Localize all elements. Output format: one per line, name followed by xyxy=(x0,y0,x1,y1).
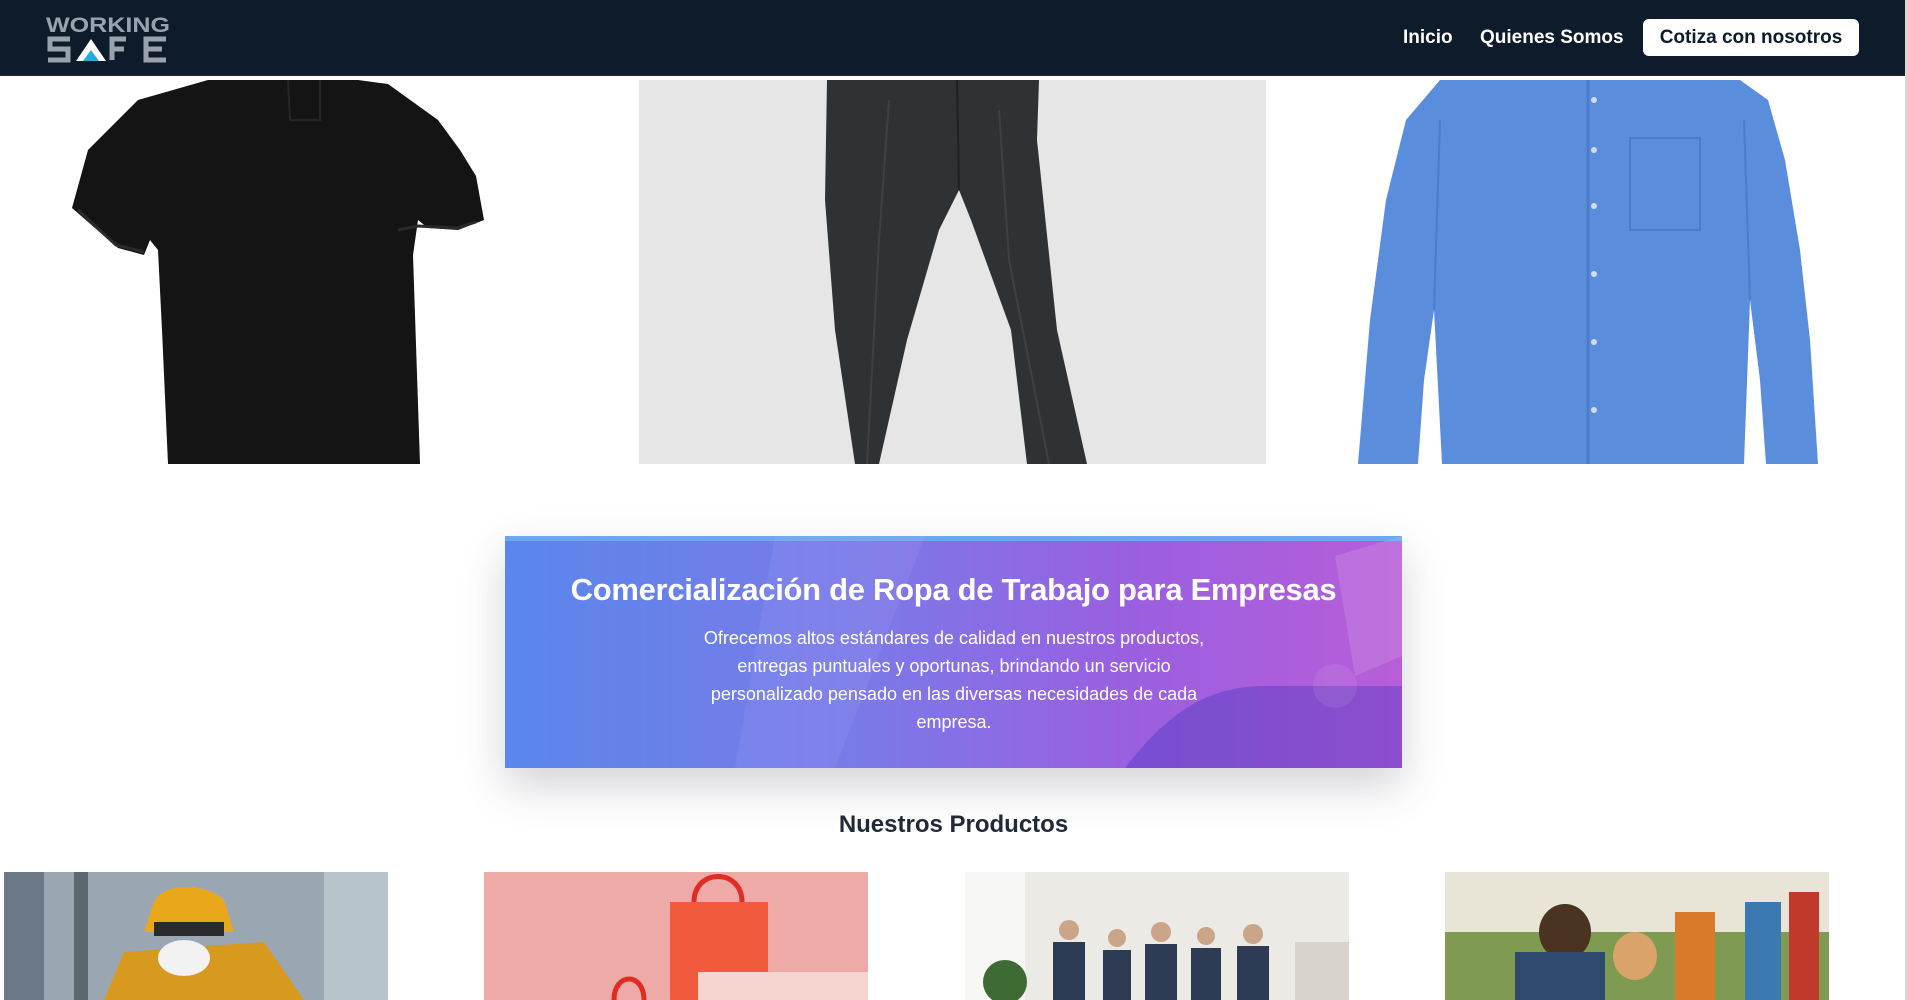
banner-description: Ofrecemos altos estándares de calidad en… xyxy=(703,628,1205,732)
blue-shirt-image xyxy=(1330,80,1850,464)
product-card-outdoor[interactable] xyxy=(1445,872,1829,1000)
hero-banner: Comercialización de Ropa de Trabajo para… xyxy=(505,536,1402,768)
nav-link-inicio[interactable]: Inicio xyxy=(1403,27,1453,49)
construction-worker-photo xyxy=(4,872,388,1000)
product-card-bags[interactable] xyxy=(484,872,868,1000)
black-polo-shirt-image xyxy=(58,79,546,464)
product-card-corporate[interactable] xyxy=(965,872,1349,1000)
logo-text-top: WORKING xyxy=(46,14,170,37)
hikers-photo xyxy=(1445,872,1829,1000)
grey-trousers-image xyxy=(639,79,1266,465)
working-safe-logo[interactable]: WORKING xyxy=(46,12,170,64)
banner-title: Comercialización de Ropa de Trabajo para… xyxy=(570,572,1337,607)
logo-safe-mark xyxy=(47,36,166,63)
cotiza-button[interactable]: Cotiza con nosotros xyxy=(1643,19,1859,56)
products-section-title: Nuestros Productos xyxy=(838,811,1069,838)
shopping-bags-photo xyxy=(484,872,868,1000)
top-navbar: WORKING Inicio Quienes Somos Cotiza con … xyxy=(0,0,1905,76)
product-card-workwear[interactable] xyxy=(4,872,388,1000)
nav-link-quienes-somos[interactable]: Quienes Somos xyxy=(1480,27,1624,49)
office-team-photo xyxy=(965,872,1349,1000)
